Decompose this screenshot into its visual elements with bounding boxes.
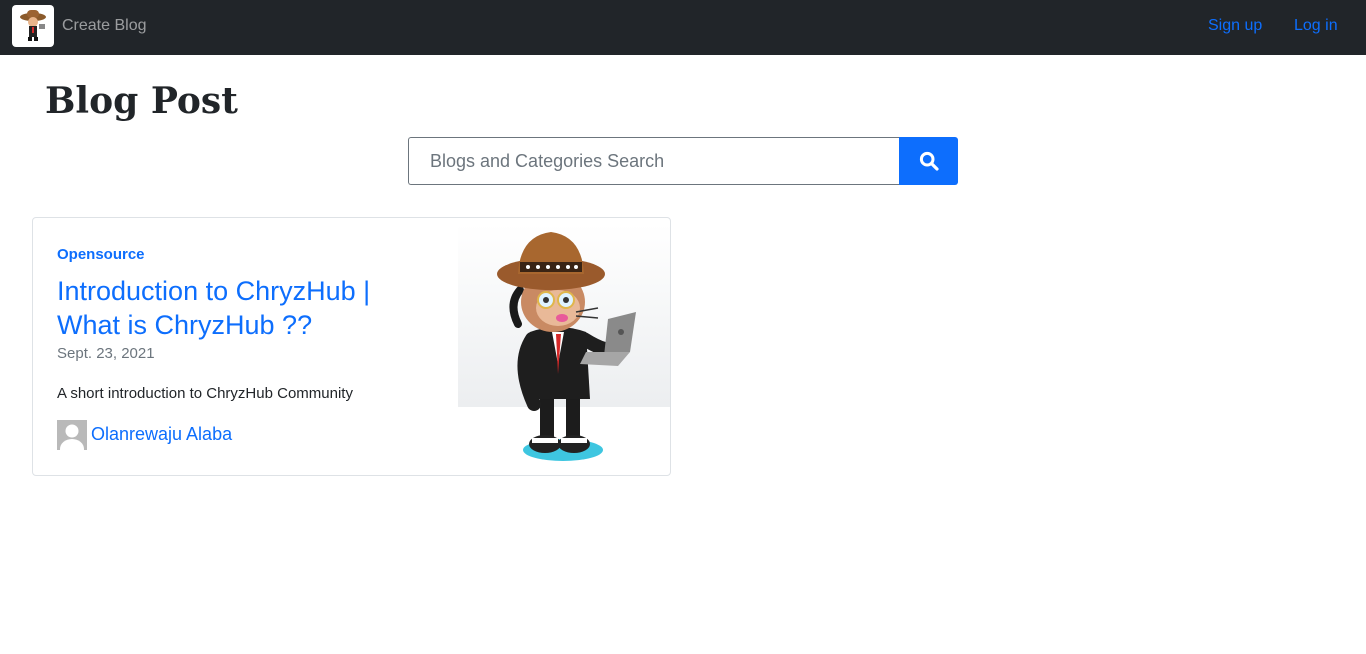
author-avatar xyxy=(57,420,87,450)
post-category-link[interactable]: Opensource xyxy=(57,246,145,263)
author-name-link[interactable]: Olanrewaju Alaba xyxy=(91,424,232,445)
brand-logo[interactable] xyxy=(12,5,54,47)
octocat-cowboy-illustration-icon xyxy=(458,224,670,461)
post-thumbnail[interactable] xyxy=(458,224,670,474)
search-icon xyxy=(919,151,939,171)
default-avatar-icon xyxy=(57,420,87,450)
blog-post-card: Opensource Introduction to ChryzHub | Wh… xyxy=(32,217,671,476)
octocat-cowboy-logo-icon xyxy=(20,10,46,41)
create-blog-link[interactable]: Create Blog xyxy=(62,17,147,35)
search-button[interactable] xyxy=(899,137,958,185)
signup-link[interactable]: Sign up xyxy=(1208,17,1262,35)
search-bar xyxy=(408,137,958,185)
login-link[interactable]: Log in xyxy=(1294,17,1338,35)
post-title-link[interactable]: Introduction to ChryzHub | What is Chryz… xyxy=(57,274,437,342)
search-input[interactable] xyxy=(408,137,899,185)
post-date: Sept. 23, 2021 xyxy=(57,345,155,362)
top-navbar: Create Blog Sign up Log in xyxy=(0,0,1366,55)
post-excerpt: A short introduction to ChryzHub Communi… xyxy=(57,385,353,402)
page-title: Blog Post xyxy=(45,80,238,122)
